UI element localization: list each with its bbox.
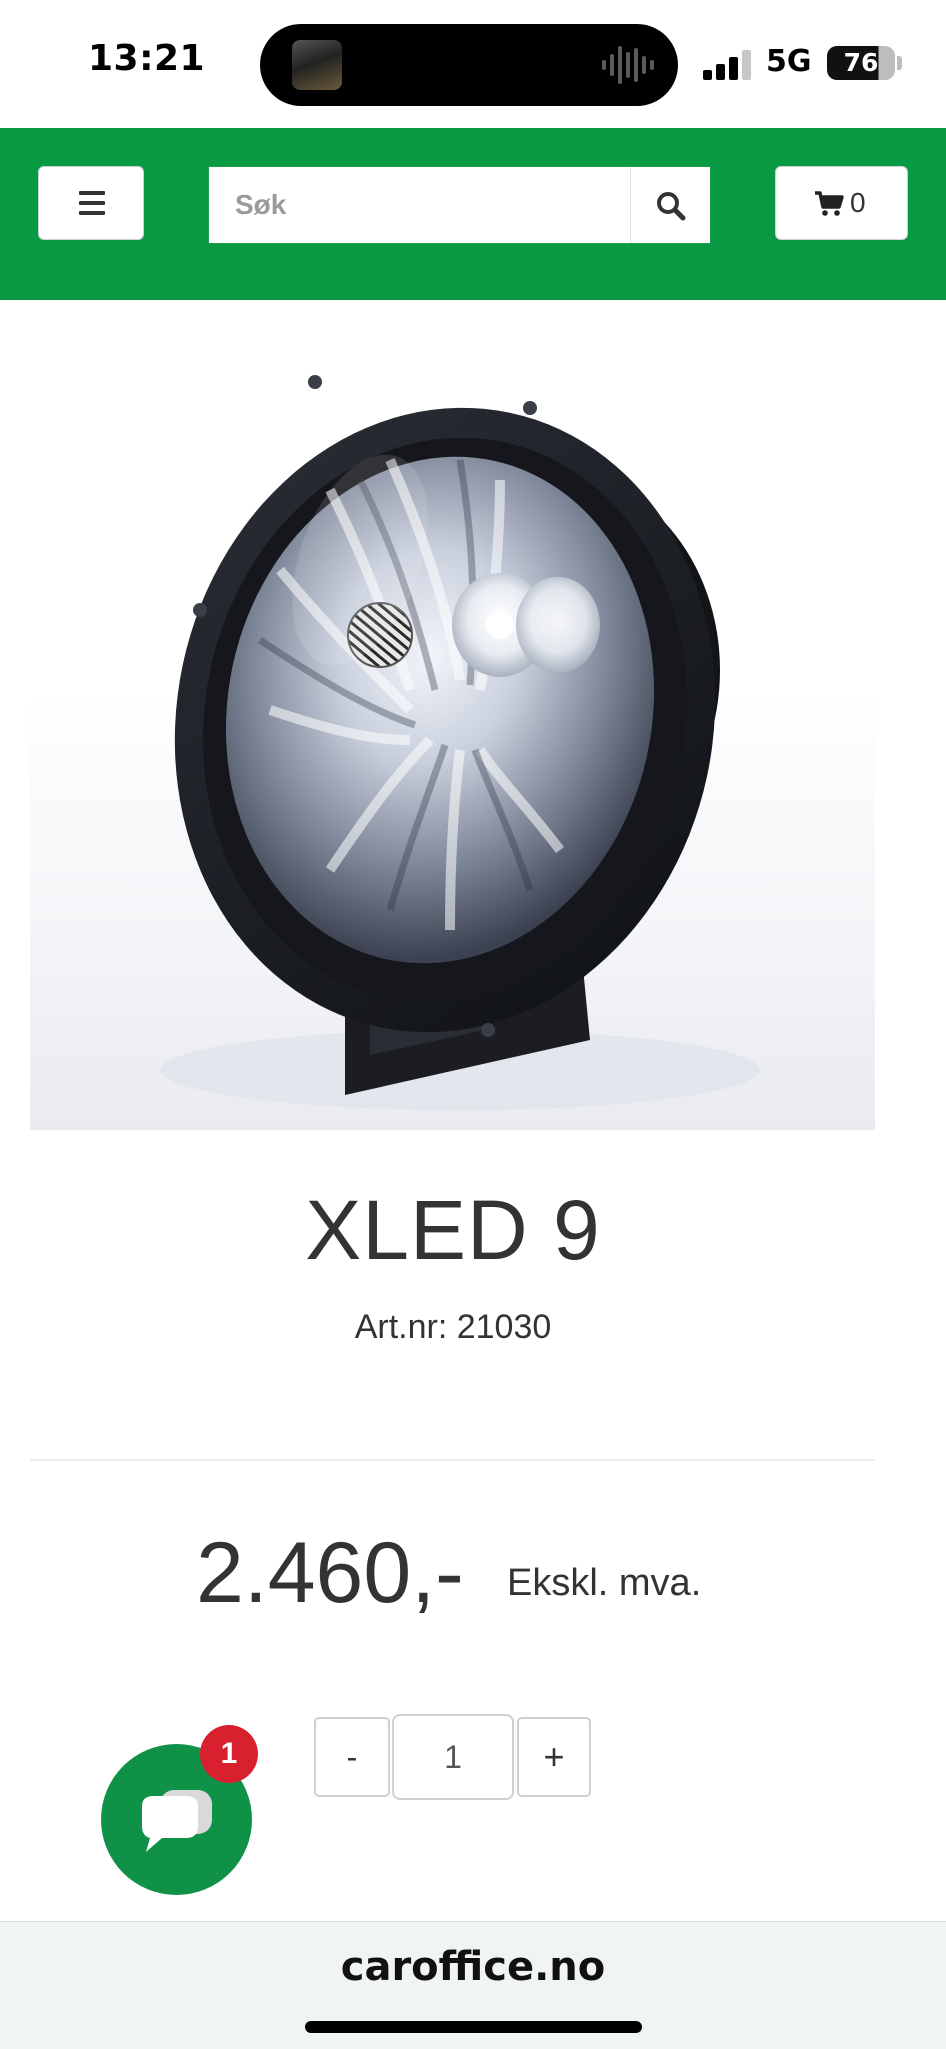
signal-icon: [703, 50, 751, 80]
cart-button[interactable]: 0: [775, 166, 908, 240]
cart-count: 0: [850, 187, 866, 218]
product-title: XLED 9: [305, 1183, 601, 1277]
dynamic-island[interactable]: [260, 24, 678, 106]
battery-nub: [897, 56, 902, 70]
battery-icon: 76: [827, 46, 895, 80]
quantity-increase-button[interactable]: +: [517, 1717, 591, 1797]
search-button[interactable]: [630, 167, 710, 243]
network-label: 5G: [766, 44, 812, 79]
product-image[interactable]: [30, 330, 875, 1130]
vat-note: Ekskl. mva.: [507, 1562, 702, 1604]
menu-icon: [79, 191, 105, 215]
home-indicator[interactable]: [305, 2021, 642, 2033]
cart-icon: [815, 191, 844, 216]
chat-icon: [142, 1790, 212, 1852]
divider: [30, 1459, 875, 1461]
status-time: 13:21: [88, 38, 206, 79]
audio-wave-icon: [602, 46, 654, 84]
now-playing-thumbnail: [292, 40, 342, 90]
browser-url[interactable]: caroffice.no: [0, 1944, 946, 1990]
menu-button[interactable]: [38, 166, 144, 240]
article-number: Art.nr: 21030: [354, 1308, 552, 1346]
chat-notification-badge: 1: [200, 1725, 258, 1783]
search-box: [208, 166, 711, 244]
quantity-input[interactable]: 1: [392, 1714, 514, 1800]
quantity-decrease-button[interactable]: -: [314, 1717, 390, 1797]
search-icon: [657, 192, 686, 221]
lamp-illustration: [160, 375, 760, 1110]
search-input[interactable]: [209, 167, 629, 243]
product-price: 2.460,-: [196, 1525, 464, 1621]
status-bar: 13:21 5G 76: [0, 0, 946, 128]
browser-address-bar[interactable]: caroffice.no: [0, 1921, 946, 2049]
site-header: 0: [0, 128, 946, 300]
